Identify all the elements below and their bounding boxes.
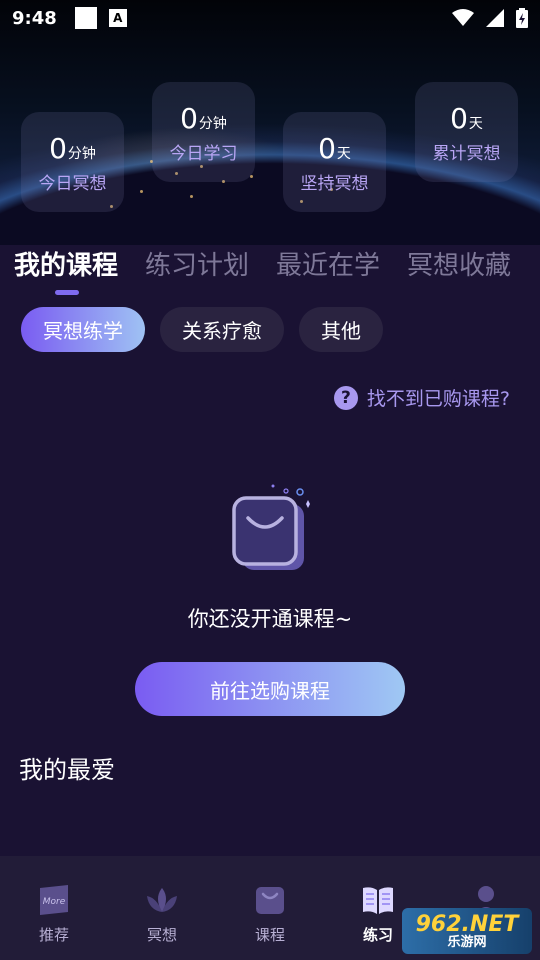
stat-card-today-learning: 0分钟 今日学习 <box>152 82 255 182</box>
status-bar: 9:48 A <box>0 0 540 36</box>
bag-icon <box>256 887 284 914</box>
nav-item-meditation[interactable]: 冥想 <box>108 856 216 960</box>
nav-label: 练习 <box>362 926 393 944</box>
tab-meditation-favorites[interactable]: 冥想收藏 <box>407 245 511 282</box>
signal-icon <box>486 9 504 27</box>
wifi-icon <box>452 9 474 26</box>
stat-value: 0分钟 <box>180 102 227 135</box>
watermark-logo: 962.NET 乐游网 <box>402 908 532 954</box>
browse-courses-button[interactable]: 前往选购课程 <box>135 662 405 716</box>
tab-recently-learning[interactable]: 最近在学 <box>276 245 380 282</box>
stat-label: 坚持冥想 <box>300 174 369 194</box>
stat-card-total-meditation: 0天 累计冥想 <box>415 82 518 182</box>
favorites-title: 我的最爱 <box>19 756 115 784</box>
stat-value: 0天 <box>450 102 483 135</box>
lotus-icon <box>147 888 177 912</box>
tab-practice-plan[interactable]: 练习计划 <box>145 245 249 282</box>
tab-my-courses[interactable]: 我的课程 <box>14 245 118 282</box>
stat-value: 0天 <box>318 132 351 165</box>
stat-card-today-meditation: 0分钟 今日冥想 <box>21 112 124 212</box>
stat-value: 0分钟 <box>49 132 96 165</box>
status-time: 9:48 <box>12 7 57 29</box>
category-chips: 冥想练学 关系疗愈 其他 <box>21 307 383 352</box>
missing-course-help-link[interactable]: ? 找不到已购课程? <box>333 384 510 411</box>
nav-label: 推荐 <box>38 926 69 944</box>
chip-other[interactable]: 其他 <box>299 307 383 352</box>
book-icon <box>363 887 393 914</box>
notification-a-icon: A <box>108 9 127 27</box>
empty-bag-icon <box>232 484 310 570</box>
help-link-text: 找不到已购课程? <box>366 388 510 410</box>
nav-item-courses[interactable]: 课程 <box>216 856 324 960</box>
nav-label: 课程 <box>254 926 285 944</box>
watermark-text-bottom: 乐游网 <box>447 934 487 950</box>
watermark-text-top: 962.NET <box>415 911 519 937</box>
chip-meditation-learning[interactable]: 冥想练学 <box>21 307 145 352</box>
question-icon: ? <box>333 385 358 410</box>
empty-state-message: 你还没开通课程~ <box>187 607 353 631</box>
svg-text:More: More <box>43 897 66 907</box>
stat-card-streak: 0天 坚持冥想 <box>283 112 386 212</box>
stat-label: 今日学习 <box>169 144 238 164</box>
stat-label: 今日冥想 <box>38 174 107 194</box>
more-icon: More <box>40 885 68 915</box>
stat-label: 累计冥想 <box>432 144 501 164</box>
course-tabs: 我的课程 练习计划 最近在学 冥想收藏 <box>14 245 538 282</box>
battery-icon <box>516 8 528 28</box>
active-tab-indicator <box>55 290 79 295</box>
nav-item-recommend[interactable]: More 推荐 <box>0 856 108 960</box>
nav-label: 冥想 <box>146 926 177 944</box>
notification-square-icon <box>74 7 97 29</box>
chip-relationship-healing[interactable]: 关系疗愈 <box>160 307 284 352</box>
